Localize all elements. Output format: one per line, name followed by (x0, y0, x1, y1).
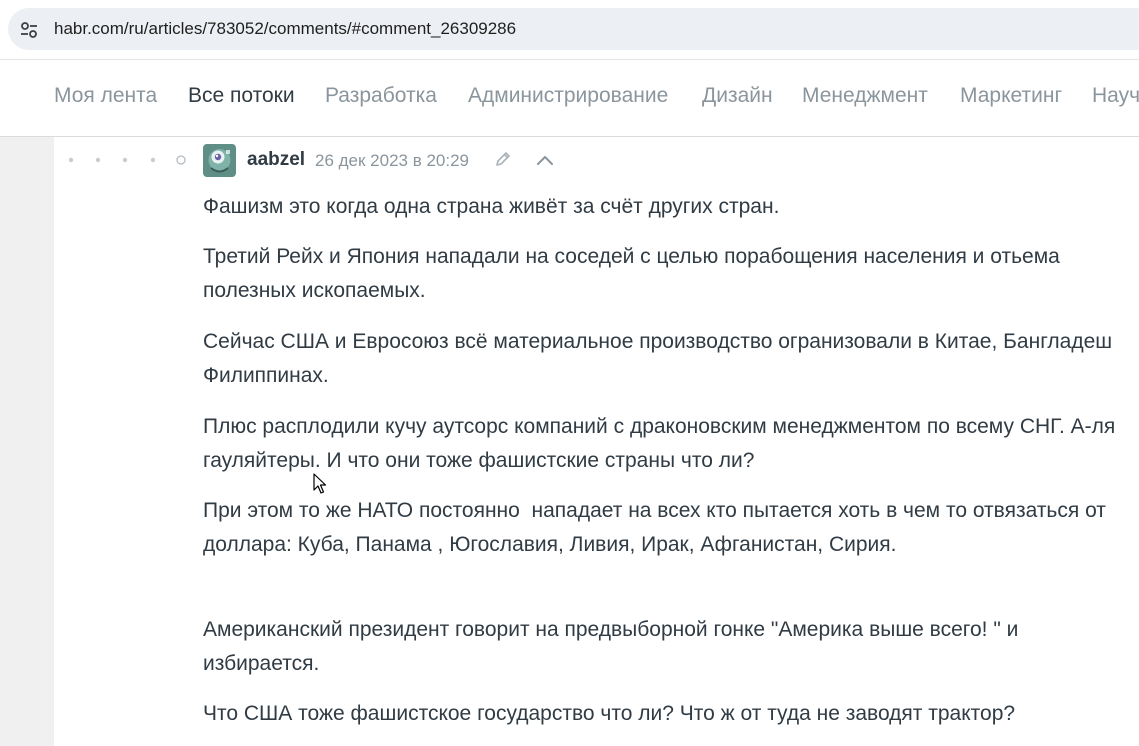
hub-tab-administration[interactable]: Администрирование (468, 84, 668, 108)
comment-paragraph: Плюс расплодили кучу аутсорс компаний с … (203, 415, 1122, 472)
hub-tab-design[interactable]: Дизайн (702, 84, 773, 108)
comment-paragraph: При этом то же НАТО постоянно нападает н… (203, 499, 1112, 556)
comment-author[interactable]: aabzel (247, 149, 305, 171)
browser-toolbar: habr.com/ru/articles/783052/comments/#co… (0, 0, 1139, 60)
hub-tab-marketing[interactable]: Маркетинг (960, 84, 1062, 108)
thread-depth-indicator (68, 155, 186, 165)
comment-date[interactable]: 26 дек 2023 в 20:29 (315, 151, 469, 171)
comment-paragraph: Фашизм это когда одна страна живёт за сч… (203, 195, 780, 218)
hub-tab-development[interactable]: Разработка (325, 84, 437, 108)
url-text[interactable]: habr.com/ru/articles/783052/comments/#co… (54, 19, 516, 39)
hub-tab-popsci[interactable]: Научпоп (1092, 84, 1139, 108)
comment-paragraph: Сейчас США и Евросоюз всё материальное п… (203, 330, 1118, 387)
tune-icon[interactable] (20, 21, 38, 39)
comment-paragraph: Что США тоже фашистское государство что … (203, 702, 1016, 725)
hubs-nav: Моя лента Все потоки Разработка Админист… (0, 60, 1139, 137)
hub-tab-management[interactable]: Менеджмент (802, 84, 928, 108)
chevron-up-icon[interactable] (536, 153, 554, 167)
comment-paragraph: Третий Рейх и Япония нападали на соседей… (203, 245, 1066, 302)
avatar[interactable] (203, 144, 236, 177)
hub-tab-all-streams[interactable]: Все потоки (188, 84, 295, 108)
mouse-pointer-icon (313, 473, 327, 494)
comment-paragraph: Американский президент говорит на предвы… (203, 618, 1025, 675)
pencil-icon[interactable] (494, 150, 512, 168)
hub-tab-my-feed[interactable]: Моя лента (54, 84, 157, 108)
